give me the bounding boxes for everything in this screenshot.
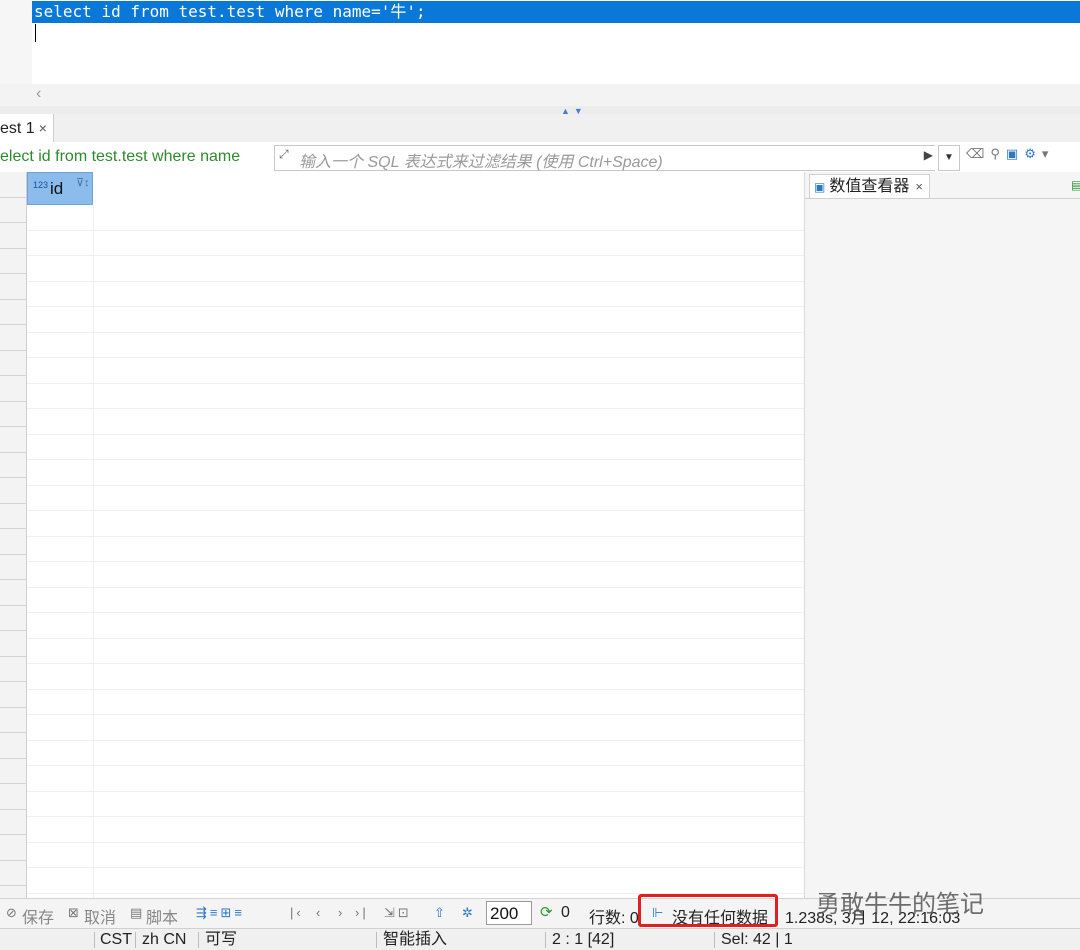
editor-mode: 可写 [205, 931, 238, 948]
save-button[interactable]: 保存 [22, 904, 54, 928]
locale: zh CN [142, 931, 187, 948]
insert-mode: 智能插入 [383, 931, 448, 948]
row-edit-icons[interactable]: ⇶≡⊞≡ [196, 905, 245, 921]
tab-value-viewer[interactable]: ▣ 数值查看器 × [809, 174, 930, 199]
text-caret [35, 24, 36, 42]
column-header-id[interactable]: 123 id ⊽↕ [27, 172, 93, 205]
tab-results[interactable]: est 1 × [0, 114, 54, 142]
value-viewer-title: 数值查看器 [829, 178, 910, 195]
empty-rows [27, 205, 804, 898]
highlight-annotation [638, 894, 778, 927]
cancel-box-icon: ⊠ [68, 905, 82, 920]
column-name: id [50, 179, 64, 198]
row-count: 行数: 0 [589, 910, 639, 927]
editor-gutter [0, 0, 32, 84]
export-icon[interactable]: ⇧ [434, 905, 448, 921]
column-divider [93, 205, 94, 898]
apply-filter-icon[interactable]: ▶ [924, 148, 933, 162]
filter-placeholder: 输入一个 SQL 表达式来过滤结果 (使用 Ctrl+Space) [299, 154, 663, 171]
viewer-icon: ▣ [814, 180, 826, 194]
filter-settings-icon[interactable]: ⚲ [990, 146, 1006, 161]
scroll-left-icon[interactable]: ‹ [36, 85, 41, 103]
close-icon[interactable]: × [39, 120, 47, 136]
numeric-type-icon: 123 [33, 180, 49, 190]
value-viewer-panel: ▣ 数值查看器 × ▤ [804, 172, 1080, 898]
sql-query-line[interactable]: select id from test.test where name='牛'; [32, 1, 1080, 23]
more-chevron-icon[interactable]: ▾ [1042, 146, 1055, 161]
prev-page-icon[interactable]: ‹ [316, 905, 323, 920]
results-tabbar: est 1 × [0, 114, 1080, 143]
fetch-settings-icon[interactable]: ✲ [462, 905, 476, 921]
cancel-button[interactable]: 取消 [84, 904, 116, 928]
save-filter-icon[interactable]: ▣ [1006, 146, 1024, 161]
fetch-size-input[interactable]: 200 [486, 901, 532, 925]
sql-editor[interactable]: select id from test.test where name='牛'; [0, 0, 1080, 84]
editor-horizontal-scrollbar[interactable]: ‹ [0, 84, 1080, 106]
status-bar: CST zh CN 可写 智能插入 2 : 1 [42] Sel: 42 | 1 [0, 928, 1080, 950]
filter-query-text: elect id from test.test where name [0, 148, 241, 165]
script-button[interactable]: 脚本 [146, 904, 178, 928]
timezone: CST [100, 931, 132, 948]
refresh-icon[interactable]: ⟳ [540, 903, 556, 921]
selection-info: Sel: 42 | 1 [721, 931, 793, 948]
next-page-icon[interactable]: › [338, 905, 345, 920]
filter-tools: ⌫⚲▣⚙▾ [966, 146, 1054, 162]
close-icon[interactable]: × [915, 179, 923, 194]
cursor-position: 2 : 1 [42] [552, 931, 615, 948]
filter-input[interactable]: ⤢ 输入一个 SQL 表达式来过滤结果 (使用 Ctrl+Space) ▶ [274, 145, 935, 171]
save-value-icon[interactable]: ▤ [1071, 178, 1080, 192]
last-page-icon[interactable]: ›| [355, 905, 369, 920]
tab-results-label: est 1 [0, 120, 35, 137]
row-header-column [0, 172, 27, 898]
sort-filter-icon[interactable]: ⊽↕ [76, 176, 90, 189]
panels-icon[interactable]: ⚙ [1024, 146, 1042, 161]
first-page-icon[interactable]: |‹ [290, 905, 304, 920]
row-tools-icon[interactable]: ⇲⊡ [384, 905, 412, 921]
expand-icon[interactable]: ⤢ [279, 147, 289, 162]
tab-underline [805, 198, 1080, 199]
refresh-count: 0 [561, 904, 570, 921]
filter-bar: elect id from test.test where name ⤢ 输入一… [0, 142, 1080, 173]
check-circle-icon: ⊘ [6, 905, 20, 920]
filter-history-dropdown[interactable]: ▼ [938, 145, 960, 171]
eraser-icon[interactable]: ⌫ [966, 146, 990, 161]
results-grid[interactable]: 123 id ⊽↕ [0, 172, 804, 898]
watermark: 勇敢牛牛的笔记 [816, 891, 984, 918]
script-icon: ▤ [130, 905, 146, 920]
